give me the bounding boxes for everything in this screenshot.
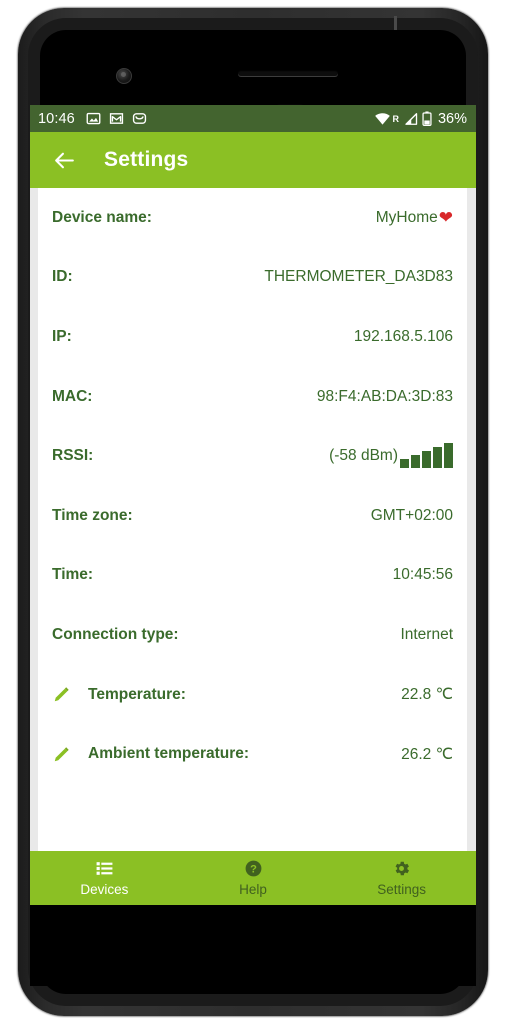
settings-row-time-zone[interactable]: Time zone: GMT+02:00 xyxy=(52,486,453,546)
cellular-signal-icon xyxy=(403,112,418,126)
row-label: Connection type: xyxy=(52,625,179,643)
row-value: 98:F4:AB:DA:3D:83 xyxy=(316,387,453,405)
svg-text:?: ? xyxy=(250,864,257,876)
status-bar-system-icons: R 36% xyxy=(374,111,467,127)
settings-row-id[interactable]: ID: THERMOMETER_DA3D83 xyxy=(52,248,453,308)
row-label: RSSI: xyxy=(52,447,94,465)
row-label: Time zone: xyxy=(52,506,133,524)
wifi-icon xyxy=(374,112,391,126)
screen-bottom-filler xyxy=(30,905,476,986)
row-value: 10:45:56 xyxy=(392,566,453,584)
row-label: Device name: xyxy=(52,208,152,226)
settings-row-connection-type[interactable]: Connection type: Internet xyxy=(52,605,453,665)
row-label: Ambient temperature: xyxy=(88,745,250,763)
settings-row-rssi[interactable]: RSSI: (-58 dBm) xyxy=(52,426,453,486)
help-circle-icon: ? xyxy=(244,859,263,878)
edit-pencil-icon[interactable] xyxy=(52,685,71,704)
row-value: 192.168.5.106 xyxy=(353,327,453,345)
rssi-dbm-text: (-58 dBm) xyxy=(329,447,398,465)
bottom-tab-bar: Devices ? Help Settings xyxy=(30,851,476,905)
gmail-icon xyxy=(109,111,124,126)
tab-help[interactable]: ? Help xyxy=(179,851,328,905)
row-value: 22.8 ℃ xyxy=(401,686,453,704)
tab-label: Devices xyxy=(80,882,129,897)
settings-row-ip[interactable]: IP: 192.168.5.106 xyxy=(52,307,453,367)
settings-row-temperature[interactable]: Temperature: 22.8 ℃ xyxy=(52,665,453,725)
earpiece-speaker xyxy=(238,70,338,76)
roaming-r-icon: R xyxy=(392,113,399,124)
row-label: MAC: xyxy=(52,387,93,405)
tab-label: Help xyxy=(239,882,267,897)
photo-icon xyxy=(86,111,101,126)
row-label: Time: xyxy=(52,566,94,584)
device-name-text: MyHome xyxy=(375,208,438,226)
status-bar: 10:46 R 36% xyxy=(30,105,476,132)
phone-screen: 10:46 R 36% Settings Device name: MyHome… xyxy=(30,105,476,905)
tab-label: Settings xyxy=(377,882,427,897)
row-value: THERMOMETER_DA3D83 xyxy=(264,268,453,286)
settings-row-device-name[interactable]: Device name: MyHome ❤ xyxy=(52,188,453,248)
edit-pencil-icon[interactable] xyxy=(52,745,71,764)
status-bar-notification-icons xyxy=(86,111,147,126)
settings-list: Device name: MyHome ❤ ID: THERMOMETER_DA3… xyxy=(38,188,467,851)
row-label: ID: xyxy=(52,268,73,286)
battery-icon xyxy=(422,111,432,127)
settings-row-time[interactable]: Time: 10:45:56 xyxy=(52,546,453,606)
settings-row-ambient-temperature[interactable]: Ambient temperature: 26.2 ℃ xyxy=(52,724,453,784)
tab-settings[interactable]: Settings xyxy=(327,851,476,905)
front-camera-icon xyxy=(116,68,132,84)
row-value: (-58 dBm) xyxy=(329,443,453,469)
app-bar: Settings xyxy=(30,132,476,188)
row-value: 26.2 ℃ xyxy=(401,745,453,763)
page-title: Settings xyxy=(104,148,189,171)
row-value: GMT+02:00 xyxy=(370,506,453,524)
tab-devices[interactable]: Devices xyxy=(30,851,179,905)
settings-row-mac[interactable]: MAC: 98:F4:AB:DA:3D:83 xyxy=(52,367,453,427)
row-value: MyHome ❤ xyxy=(376,208,453,228)
gear-icon xyxy=(392,859,411,878)
back-button[interactable] xyxy=(44,140,84,180)
content-background: Device name: MyHome ❤ ID: THERMOMETER_DA3… xyxy=(30,188,476,851)
status-bar-clock: 10:46 xyxy=(38,110,75,127)
arrow-left-icon xyxy=(52,148,77,173)
heart-icon: ❤ xyxy=(438,207,453,227)
row-label: IP: xyxy=(52,327,72,345)
battery-percent-label: 36% xyxy=(437,110,467,127)
list-icon xyxy=(95,859,114,878)
row-label: Temperature: xyxy=(88,685,186,703)
row-value: Internet xyxy=(400,625,453,643)
mail-icon xyxy=(132,111,147,126)
signal-strength-bars-icon xyxy=(400,443,453,469)
